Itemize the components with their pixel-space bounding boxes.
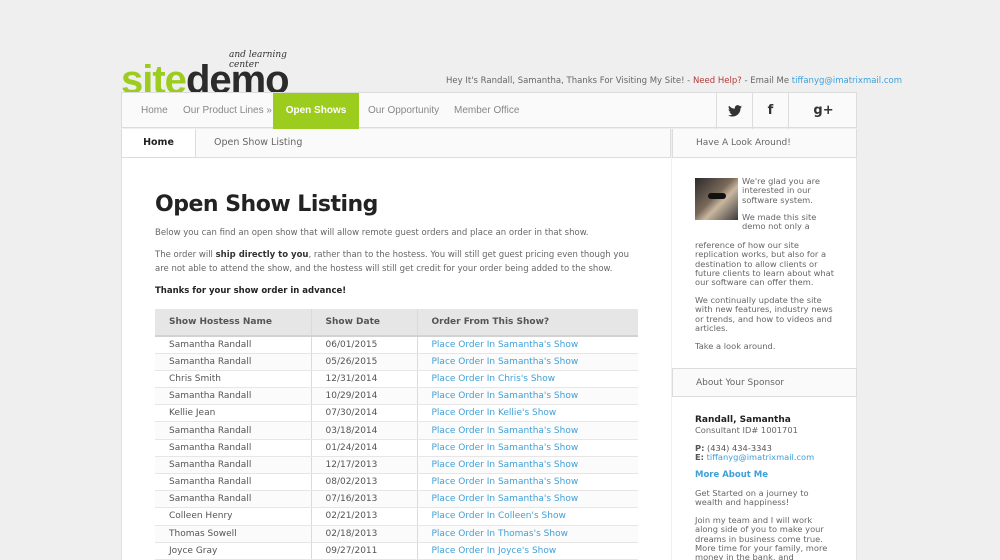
- nav-item-opportunity[interactable]: Our Opportunity: [368, 93, 439, 129]
- cell-hostess: Thomas Sowell: [155, 525, 311, 543]
- place-order-link[interactable]: Place Order In Samantha's Show: [416, 473, 638, 492]
- main-nav: Home Our Product Lines » Open Shows Our …: [121, 92, 858, 129]
- place-order-link[interactable]: Place Order In Samantha's Show: [416, 439, 638, 457]
- site-logo[interactable]: and learning center sitedemo: [121, 44, 301, 92]
- cell-date: 02/21/2013: [310, 507, 417, 526]
- cell-hostess: Chris Smith: [155, 370, 311, 389]
- cell-date: 01/24/2014: [310, 439, 417, 457]
- cell-date: 09/27/2011: [310, 542, 417, 560]
- nav-item-home[interactable]: Home: [141, 93, 168, 129]
- table-row: Samantha Randall 10/29/2014 Place Order In…: [155, 387, 638, 406]
- page-title: Open Show Listing: [155, 192, 378, 217]
- logo-wordmark: sitedemo: [121, 58, 290, 92]
- cell-date: 07/16/2013: [310, 490, 417, 509]
- sidebar-text-glad: We're glad you are interested in our sof…: [742, 176, 820, 205]
- place-order-link[interactable]: Place Order In Kellie's Show: [416, 404, 638, 423]
- cell-date: 12/31/2014: [310, 370, 417, 389]
- cell-hostess: Samantha Randall: [155, 421, 311, 440]
- table-row: Samantha Randall 12/17/2013 Place Order In…: [155, 456, 638, 475]
- cell-hostess: Kellie Jean: [155, 404, 311, 423]
- cell-hostess: Samantha Randall: [155, 490, 311, 509]
- email-link[interactable]: tiffanyg@imatrixmail.com: [792, 76, 902, 86]
- sponsor-avatar: [695, 178, 738, 220]
- nav-item-member-office[interactable]: Member Office: [454, 93, 519, 129]
- intro-text: Below you can find an open show that wil…: [155, 228, 589, 238]
- cell-date: 03/18/2014: [310, 421, 417, 440]
- cell-hostess: Samantha Randall: [155, 336, 311, 354]
- sidebar-text-get-started: Get Started on a journey to wealth and h…: [695, 488, 809, 508]
- nav-item-product-lines[interactable]: Our Product Lines »: [183, 93, 272, 129]
- shipping-text: The order will ship directly to you, rat…: [155, 250, 629, 274]
- sponsor-email: E: tiffanyg@imatrixmail.com: [695, 452, 815, 462]
- need-help-link[interactable]: Need Help?: [693, 76, 742, 86]
- breadcrumb-home[interactable]: Home: [122, 129, 196, 157]
- col-header-order: Order From This Show?: [416, 309, 638, 337]
- header-greeting: Hey It's Randall, Samantha, Thanks For V…: [446, 76, 902, 86]
- col-header-hostess: Show Hostess Name: [155, 309, 311, 337]
- sidebar: Have A Look Around! We're glad you are i…: [672, 129, 857, 560]
- place-order-link[interactable]: Place Order In Samantha's Show: [416, 421, 638, 440]
- cell-date: 12/17/2013: [310, 456, 417, 475]
- breadcrumb: Home Open Show Listing: [121, 129, 671, 158]
- sponsor-name: Randall, Samantha: [695, 415, 791, 425]
- place-order-link[interactable]: Place Order In Samantha's Show: [416, 387, 638, 406]
- col-header-date: Show Date: [310, 309, 417, 337]
- table-row: Samantha Randall 01/24/2014 Place Order In…: [155, 439, 638, 457]
- sidebar-header-sponsor: About Your Sponsor: [672, 368, 857, 397]
- sponsor-email-link[interactable]: tiffanyg@imatrixmail.com: [704, 452, 815, 462]
- cell-hostess: Samantha Randall: [155, 439, 311, 457]
- table-row: Thomas Sowell 02/18/2013 Place Order In Th…: [155, 525, 638, 543]
- cell-date: 05/26/2015: [310, 353, 417, 371]
- breadcrumb-current: Open Show Listing: [214, 137, 303, 148]
- table-row: Samantha Randall 08/02/2013 Place Order In…: [155, 473, 638, 492]
- twitter-icon[interactable]: [716, 93, 752, 129]
- open-shows-table: Show Hostess Name Show Date Order From T…: [155, 309, 638, 560]
- table-row: Samantha Randall 03/18/2014 Place Order In…: [155, 421, 638, 440]
- sidebar-text-reference: reference of how our site replication wo…: [695, 240, 834, 288]
- cell-date: 07/30/2014: [310, 404, 417, 423]
- table-row: Samantha Randall 07/16/2013 Place Order In…: [155, 490, 638, 509]
- place-order-link[interactable]: Place Order In Chris's Show: [416, 370, 638, 389]
- cell-hostess: Samantha Randall: [155, 456, 311, 475]
- cell-hostess: Samantha Randall: [155, 473, 311, 492]
- place-order-link[interactable]: Place Order In Samantha's Show: [416, 353, 638, 371]
- table-row: Samantha Randall 06/01/2015 Place Order In…: [155, 336, 638, 354]
- cell-date: 06/01/2015: [310, 336, 417, 354]
- table-row: Colleen Henry 02/21/2013 Place Order In Co…: [155, 507, 638, 526]
- email-me-label: - Email Me: [741, 76, 792, 86]
- thanks-text: Thanks for your show order in advance!: [155, 286, 347, 296]
- greeting-text: Hey It's Randall, Samantha, Thanks For V…: [446, 76, 693, 86]
- facebook-icon[interactable]: f: [752, 93, 788, 129]
- table-row: Kellie Jean 07/30/2014 Place Order In Kell…: [155, 404, 638, 423]
- sidebar-text-join: Join my team and I will work along side …: [695, 515, 828, 560]
- sidebar-text-look: Take a look around.: [695, 341, 776, 351]
- more-about-me-link[interactable]: More About Me: [695, 470, 768, 480]
- sidebar-text-updates: We continually update the site with new …: [695, 295, 833, 333]
- table-row: Samantha Randall 05/26/2015 Place Order In…: [155, 353, 638, 371]
- sponsor-id: Consultant ID# 1001701: [695, 425, 798, 435]
- sidebar-header-look-around: Have A Look Around!: [672, 129, 857, 158]
- nav-item-open-shows[interactable]: Open Shows: [273, 93, 359, 129]
- place-order-link[interactable]: Place Order In Thomas's Show: [416, 525, 638, 543]
- cell-date: 08/02/2013: [310, 473, 417, 492]
- table-row: Chris Smith 12/31/2014 Place Order In Chri…: [155, 370, 638, 389]
- google-plus-icon[interactable]: g+: [788, 93, 858, 129]
- place-order-link[interactable]: Place Order In Colleen's Show: [416, 507, 638, 526]
- cell-date: 02/18/2013: [310, 525, 417, 543]
- cell-hostess: Samantha Randall: [155, 353, 311, 371]
- table-row: Joyce Gray 09/27/2011 Place Order In Joyce…: [155, 542, 638, 560]
- main-content: Open Show Listing Below you can find an …: [121, 158, 671, 560]
- place-order-link[interactable]: Place Order In Samantha's Show: [416, 336, 638, 354]
- cell-hostess: Samantha Randall: [155, 387, 311, 406]
- place-order-link[interactable]: Place Order In Joyce's Show: [416, 542, 638, 560]
- cell-hostess: Joyce Gray: [155, 542, 311, 560]
- cell-hostess: Colleen Henry: [155, 507, 311, 526]
- place-order-link[interactable]: Place Order In Samantha's Show: [416, 456, 638, 475]
- sidebar-text-made: We made this site demo not only a: [742, 212, 817, 232]
- cell-date: 10/29/2014: [310, 387, 417, 406]
- place-order-link[interactable]: Place Order In Samantha's Show: [416, 490, 638, 509]
